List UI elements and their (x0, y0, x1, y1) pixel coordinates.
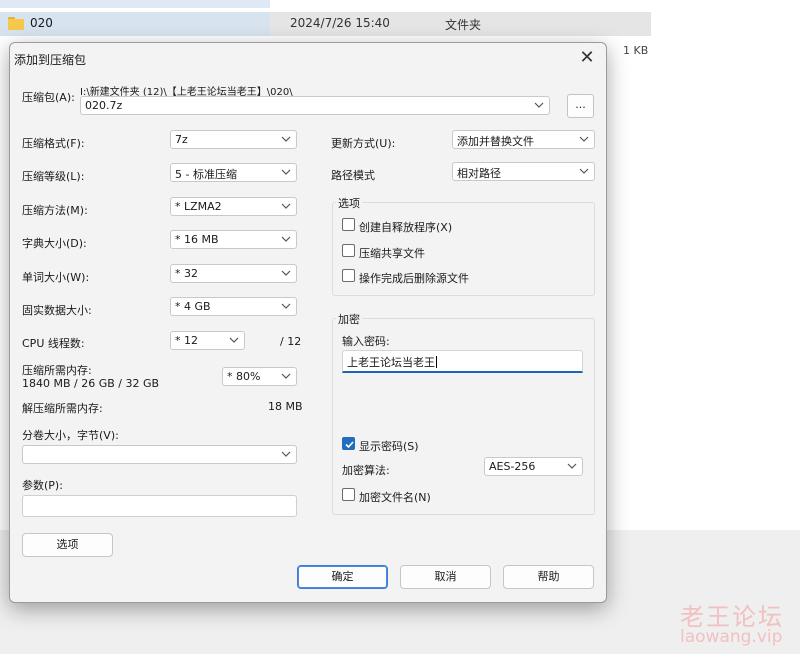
solid-size-value: * 4 GB (175, 300, 211, 313)
chevron-down-icon (534, 102, 544, 108)
word-size-value: * 32 (175, 267, 198, 280)
sfx-checkbox[interactable] (342, 218, 355, 231)
level-value: 5 - 标准压缩 (175, 168, 237, 181)
dialog-title: 添加到压缩包 (14, 53, 87, 67)
update-mode-label: 更新方式(U): (331, 137, 396, 150)
cancel-button[interactable]: 取消 (400, 565, 491, 589)
memory-select[interactable]: * 80% (222, 367, 297, 386)
chevron-down-icon (281, 270, 291, 276)
threads-max: / 12 (280, 335, 302, 348)
checkmark-icon (345, 441, 354, 449)
shared-files-checkbox[interactable] (342, 244, 355, 257)
decompress-memory-label: 解压缩所需内存: (22, 402, 103, 415)
watermark-text-en: laowang.vip (680, 627, 783, 647)
format-value: 7z (175, 133, 188, 146)
dictionary-value: * 16 MB (175, 233, 219, 246)
chevron-down-icon (281, 236, 291, 242)
file-row-size: 1 KB (623, 44, 649, 57)
memory-label: 压缩所需内存: (22, 364, 92, 377)
archive-name-combo[interactable]: 020.7z (80, 96, 550, 115)
password-input[interactable]: 上老王论坛当老王 (342, 350, 583, 373)
chevron-down-icon (281, 303, 291, 309)
help-button[interactable]: 帮助 (503, 565, 594, 589)
file-row-date: 2024/7/26 15:40 (290, 16, 390, 30)
volume-select[interactable] (22, 445, 297, 464)
chevron-down-icon (281, 203, 291, 209)
chevron-down-icon (281, 169, 291, 175)
memory-detail: 1840 MB / 26 GB / 32 GB (22, 377, 160, 390)
path-mode-value: 相对路径 (457, 167, 501, 180)
chevron-down-icon (281, 136, 291, 142)
update-mode-value: 添加并替换文件 (457, 135, 534, 148)
threads-label: CPU 线程数: (22, 337, 85, 350)
update-mode-select[interactable]: 添加并替换文件 (452, 130, 595, 149)
decompress-memory-value: 18 MB (268, 400, 303, 413)
shared-files-checkbox-label: 压缩共享文件 (359, 247, 425, 260)
password-label: 输入密码: (342, 335, 390, 348)
params-label: 参数(P): (22, 479, 63, 492)
volume-label: 分卷大小，字节(V): (22, 429, 119, 442)
threads-select[interactable]: * 12 (170, 331, 245, 350)
explorer-selection-strip (0, 0, 270, 8)
dictionary-label: 字典大小(D): (22, 237, 87, 250)
password-value: 上老王论坛当老王 (347, 356, 435, 369)
chevron-down-icon (579, 136, 589, 142)
threads-value: * 12 (175, 334, 198, 347)
file-row-name[interactable]: 020 (30, 16, 53, 30)
delete-after-checkbox-label: 操作完成后删除源文件 (359, 272, 469, 285)
archive-name-value: 020.7z (85, 99, 123, 112)
chevron-down-icon (281, 451, 291, 457)
method-label: 压缩方法(M): (22, 204, 88, 217)
encryption-method-value: AES-256 (489, 460, 536, 473)
close-icon[interactable]: ✕ (570, 43, 604, 71)
encryption-group-title: 加密 (336, 311, 362, 327)
chevron-down-icon (567, 463, 577, 469)
chevron-down-icon (229, 337, 239, 343)
params-input[interactable] (22, 495, 297, 517)
chevron-down-icon (579, 168, 589, 174)
level-label: 压缩等级(L): (22, 170, 85, 183)
folder-icon (8, 17, 24, 30)
path-mode-select[interactable]: 相对路径 (452, 162, 595, 181)
encryption-method-label: 加密算法: (342, 464, 390, 477)
sfx-checkbox-label: 创建自释放程序(X) (359, 221, 453, 234)
add-to-archive-dialog: 添加到压缩包 ✕ 压缩包(A): I:\新建文件夹 (12)\【上老王论坛当老王… (9, 42, 607, 603)
path-mode-label: 路径模式 (331, 169, 375, 182)
text-caret (436, 356, 437, 368)
show-password-checkbox[interactable] (342, 437, 355, 450)
level-select[interactable]: 5 - 标准压缩 (170, 163, 297, 182)
options-button[interactable]: 选项 (22, 533, 113, 557)
browse-button[interactable]: ... (567, 94, 594, 118)
format-select[interactable]: 7z (170, 130, 297, 149)
method-value: * LZMA2 (175, 200, 222, 213)
delete-after-checkbox[interactable] (342, 269, 355, 282)
file-row-type: 文件夹 (445, 18, 482, 32)
memory-value: * 80% (227, 370, 261, 383)
word-size-label: 单词大小(W): (22, 271, 90, 284)
encrypt-names-label: 加密文件名(N) (359, 491, 431, 504)
dictionary-select[interactable]: * 16 MB (170, 230, 297, 249)
ok-button[interactable]: 确定 (297, 565, 388, 589)
format-label: 压缩格式(F): (22, 137, 85, 150)
options-group-title: 选项 (336, 195, 362, 211)
solid-size-label: 固实数据大小: (22, 304, 92, 317)
dialog-titlebar[interactable]: 添加到压缩包 ✕ (10, 43, 606, 71)
archive-label: 压缩包(A): (22, 91, 75, 104)
method-select[interactable]: * LZMA2 (170, 197, 297, 216)
chevron-down-icon (281, 373, 291, 379)
word-size-select[interactable]: * 32 (170, 264, 297, 283)
encrypt-names-checkbox[interactable] (342, 488, 355, 501)
solid-size-select[interactable]: * 4 GB (170, 297, 297, 316)
encryption-method-select[interactable]: AES-256 (484, 457, 583, 476)
show-password-label: 显示密码(S) (359, 440, 419, 453)
